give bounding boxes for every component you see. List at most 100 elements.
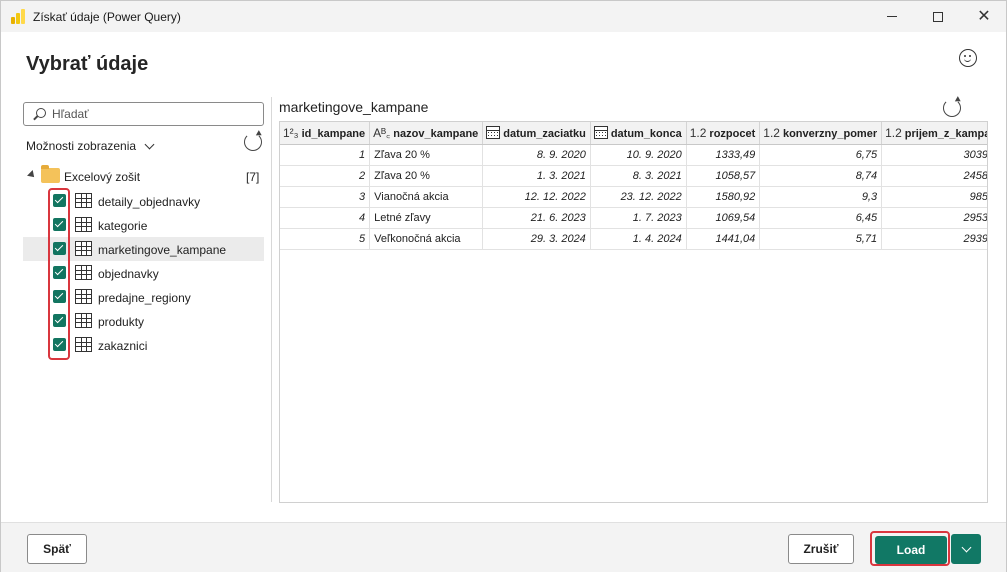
panel-divider bbox=[271, 97, 272, 502]
nav-item-label: marketingove_kampane bbox=[98, 243, 227, 257]
cell: 1333,49 bbox=[686, 144, 761, 166]
cell: Vianočná akcia bbox=[369, 186, 484, 208]
table-icon bbox=[75, 289, 92, 304]
column-header[interactable]: 1.2prijem_z_kampane bbox=[881, 122, 987, 145]
decimal-type-icon: 1.2 bbox=[763, 125, 780, 140]
view-options-label: Možnosti zobrazenia bbox=[26, 139, 137, 153]
search-icon bbox=[36, 108, 46, 118]
table-row: 2 Zľava 20 % 1. 3. 2021 8. 3. 2021 1058,… bbox=[280, 165, 987, 187]
cell: 10. 9. 2020 bbox=[590, 144, 687, 166]
cell: 985,77 bbox=[881, 186, 987, 208]
cell: 1. 4. 2024 bbox=[590, 228, 687, 250]
calendar-icon bbox=[593, 125, 608, 139]
cell: 1. 3. 2021 bbox=[482, 165, 591, 187]
column-header[interactable]: 1.2 konverzny_pomer bbox=[759, 122, 883, 145]
load-options-button[interactable] bbox=[951, 534, 981, 564]
cancel-button[interactable]: Zrušiť bbox=[788, 534, 854, 564]
whole-number-type-icon: 1²₃ bbox=[283, 125, 299, 140]
back-button[interactable]: Späť bbox=[27, 534, 87, 564]
folder-icon bbox=[41, 165, 60, 183]
power-bi-icon bbox=[11, 9, 25, 24]
cell: 8. 9. 2020 bbox=[482, 144, 591, 166]
preview-title: marketingove_kampane bbox=[279, 99, 429, 115]
column-header[interactable]: datum_konca bbox=[590, 122, 687, 145]
table-icon bbox=[75, 241, 92, 256]
table-header-row: 1²₃ id_kampane Aᴮ꜀ nazov_kampane datum_zac… bbox=[280, 122, 987, 145]
table-icon bbox=[75, 337, 92, 352]
cell: 8,74 bbox=[759, 165, 883, 187]
close-button[interactable]: ✕ bbox=[961, 1, 1007, 32]
cell: 12. 12. 2022 bbox=[482, 186, 591, 208]
minimize-button[interactable] bbox=[869, 1, 915, 32]
search-box[interactable] bbox=[23, 102, 264, 126]
chevron-down-icon bbox=[144, 139, 155, 149]
view-options-dropdown[interactable]: Možnosti zobrazenia bbox=[26, 139, 155, 153]
cell: Zľava 20 % bbox=[369, 165, 484, 187]
refresh-nav-icon[interactable] bbox=[244, 133, 262, 151]
cell: Veľkonočná akcia bbox=[369, 228, 484, 250]
refresh-preview-icon[interactable] bbox=[943, 99, 961, 117]
cell: 3 bbox=[280, 186, 371, 208]
dialog-footer: Späť Zrušiť Load bbox=[1, 522, 1006, 572]
table-row: 5 Veľkonočná akcia 29. 3. 2024 1. 4. 202… bbox=[280, 228, 987, 250]
tree-root-workbook[interactable]: Excelový zošit [7] bbox=[26, 165, 266, 187]
expand-triangle-icon[interactable] bbox=[27, 170, 37, 180]
cell: 2 bbox=[280, 165, 371, 187]
checkbox-highlight bbox=[48, 188, 70, 360]
cell: 2939,82 bbox=[881, 228, 987, 250]
text-type-icon: Aᴮ꜀ bbox=[373, 126, 391, 141]
cell: 2458,68 bbox=[881, 165, 987, 187]
minimize-icon bbox=[887, 16, 897, 17]
nav-item-label: objednavky bbox=[98, 267, 159, 281]
maximize-icon bbox=[933, 11, 943, 22]
close-icon: ✕ bbox=[977, 7, 991, 25]
cell: 1. 7. 2023 bbox=[590, 207, 687, 229]
decimal-type-icon: 1.2 bbox=[689, 125, 707, 140]
nav-item-label: predajne_regiony bbox=[98, 291, 191, 305]
table-row: 4 Letné zľavy 21. 6. 2023 1. 7. 2023 106… bbox=[280, 207, 987, 229]
maximize-button[interactable] bbox=[915, 1, 961, 32]
tree-root-label: Excelový zošit bbox=[64, 170, 141, 184]
load-highlight bbox=[870, 531, 950, 566]
cell: 21. 6. 2023 bbox=[482, 207, 591, 229]
table-icon bbox=[75, 265, 92, 280]
column-header[interactable]: 1.2 rozpocet bbox=[686, 122, 761, 145]
chevron-down-icon bbox=[961, 542, 971, 552]
column-header[interactable]: datum_zaciatku bbox=[482, 122, 591, 145]
cell: 1441,04 bbox=[686, 228, 761, 250]
cell: 1069,54 bbox=[686, 207, 761, 229]
cell: 5,71 bbox=[759, 228, 883, 250]
column-header[interactable]: 1²₃ id_kampane bbox=[280, 122, 371, 145]
cell: 8. 3. 2021 bbox=[590, 165, 687, 187]
cell: 1580,92 bbox=[686, 186, 761, 208]
calendar-icon bbox=[486, 125, 501, 139]
nav-item-label: kategorie bbox=[98, 219, 148, 233]
nav-item-label: produkty bbox=[98, 315, 145, 329]
power-query-dialog: Získať údaje (Power Query) ✕ Vybrať údaj… bbox=[0, 0, 1007, 572]
page-title: Vybrať údaje bbox=[26, 53, 149, 75]
cell: 5 bbox=[280, 228, 371, 250]
preview-grid: 1²₃ id_kampane Aᴮ꜀ nazov_kampane datum_zac… bbox=[279, 121, 988, 503]
preview-table: 1²₃ id_kampane Aᴮ꜀ nazov_kampane datum_zac… bbox=[280, 122, 987, 250]
cell: 2953,37 bbox=[881, 207, 987, 229]
window-title: Získať údaje (Power Query) bbox=[33, 10, 181, 24]
cell: Zľava 20 % bbox=[369, 144, 484, 166]
cell: 6,75 bbox=[759, 144, 883, 166]
cell: 9,3 bbox=[759, 186, 883, 208]
table-row: 1 Zľava 20 % 8. 9. 2020 10. 9. 2020 1333… bbox=[280, 144, 987, 166]
table-row: 3 Vianočná akcia 12. 12. 2022 23. 12. 20… bbox=[280, 186, 987, 208]
title-bar: Získať údaje (Power Query) ✕ bbox=[1, 1, 1006, 32]
cell: Letné zľavy bbox=[369, 207, 484, 229]
feedback-smiley-icon[interactable] bbox=[959, 49, 977, 67]
table-icon bbox=[75, 313, 92, 328]
cell: 1 bbox=[280, 144, 371, 166]
column-header[interactable]: Aᴮ꜀ nazov_kampane bbox=[369, 122, 484, 145]
cell: 23. 12. 2022 bbox=[590, 186, 687, 208]
nav-item-label: detaily_objednavky bbox=[98, 195, 201, 209]
search-input[interactable] bbox=[52, 106, 257, 122]
table-icon bbox=[75, 193, 92, 208]
cell: 29. 3. 2024 bbox=[482, 228, 591, 250]
nav-item-label: zakaznici bbox=[98, 339, 148, 353]
decimal-type-icon: 1.2 bbox=[885, 125, 902, 140]
cell: 4 bbox=[280, 207, 371, 229]
